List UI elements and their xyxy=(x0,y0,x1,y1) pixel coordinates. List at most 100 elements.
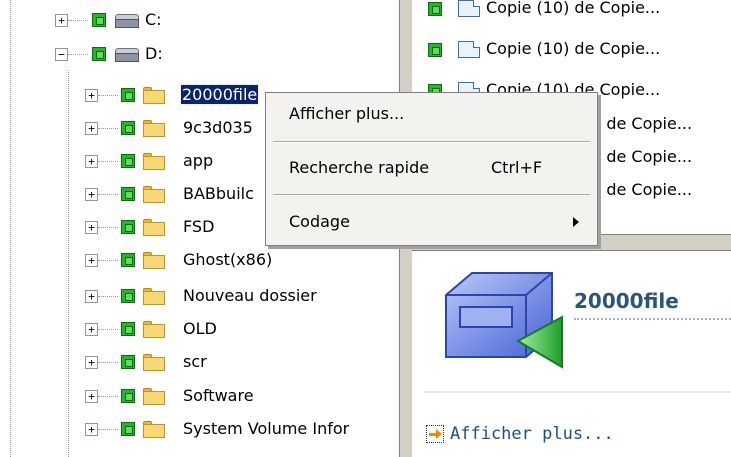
folder-icon xyxy=(143,288,165,305)
list-item-label: ) de Copie... xyxy=(595,114,693,133)
expand-icon[interactable]: + xyxy=(85,122,98,135)
menu-separator xyxy=(273,194,590,196)
list-item[interactable]: Copie (10) de Copie... xyxy=(412,0,731,23)
checkbox-icon[interactable] xyxy=(121,389,135,403)
checkbox-icon[interactable] xyxy=(121,422,135,436)
tree-item-label: OLD xyxy=(183,319,217,338)
tree-guide-line xyxy=(98,194,118,195)
checkbox-icon[interactable] xyxy=(92,47,106,61)
tree-item-folder[interactable]: + scr xyxy=(0,346,399,379)
list-item-label: Copie (10) de Copie... xyxy=(486,39,661,58)
tree-item-label: app xyxy=(183,151,214,170)
expand-icon[interactable]: + xyxy=(85,423,98,436)
menu-item-label: Afficher plus... xyxy=(289,104,405,123)
show-more-link[interactable]: Afficher plus... xyxy=(426,424,614,444)
menu-item-quick-search[interactable]: Recherche rapide Ctrl+F xyxy=(266,149,597,187)
tree-item-label: 9c3d035 xyxy=(183,118,253,137)
expand-icon[interactable]: + xyxy=(85,221,98,234)
tree-item-folder[interactable]: + Software xyxy=(0,380,399,413)
expand-icon[interactable]: + xyxy=(85,390,98,403)
tree-guide-line xyxy=(98,95,118,96)
folder-icon xyxy=(143,354,165,371)
menu-item-label: Recherche rapide xyxy=(289,158,430,177)
folder-icon xyxy=(143,186,165,203)
folder-icon xyxy=(143,153,165,170)
folder-icon xyxy=(143,120,165,137)
checkbox-icon[interactable] xyxy=(121,253,135,267)
folder-sync-icon xyxy=(445,272,563,369)
tree-guide-line xyxy=(98,362,118,363)
list-item[interactable]: Copie (10) de Copie... xyxy=(412,33,731,64)
submenu-arrow-icon xyxy=(573,217,579,227)
folder-icon xyxy=(143,252,165,269)
tree-guide-line xyxy=(98,161,118,162)
checkbox-icon[interactable] xyxy=(428,2,442,16)
tree-item-folder[interactable]: + Nouveau dossier xyxy=(0,280,399,313)
tree-item-label: Ghost(x86) xyxy=(183,250,273,269)
expand-icon[interactable]: + xyxy=(85,188,98,201)
tree-item-label: Software xyxy=(183,386,254,405)
expand-icon[interactable]: + xyxy=(85,155,98,168)
menu-item-show-more[interactable]: Afficher plus... xyxy=(266,95,597,133)
tree-item-folder[interactable]: + OLD xyxy=(0,313,399,346)
checkbox-icon[interactable] xyxy=(428,43,442,57)
expand-icon[interactable]: + xyxy=(85,89,98,102)
menu-item-shortcut: Ctrl+F xyxy=(491,158,543,177)
details-panel: 20000file Afficher plus... xyxy=(412,251,731,457)
checkbox-icon[interactable] xyxy=(121,121,135,135)
list-item-label: ) de Copie... xyxy=(595,147,693,166)
drive-icon xyxy=(115,14,139,28)
expand-icon[interactable]: + xyxy=(85,356,98,369)
tree-guide-line xyxy=(98,260,118,261)
folder-icon xyxy=(143,219,165,236)
menu-separator xyxy=(273,141,590,143)
checkbox-icon[interactable] xyxy=(121,355,135,369)
folder-icon xyxy=(143,321,165,338)
tree-guide-line xyxy=(68,54,88,55)
file-icon xyxy=(458,0,480,17)
tree-item-label: BABbuilc xyxy=(183,184,254,203)
checkbox-icon[interactable] xyxy=(121,289,135,303)
checkbox-icon[interactable] xyxy=(121,187,135,201)
tree-guide-line xyxy=(68,20,88,21)
tree-item-label: scr xyxy=(183,352,207,371)
expand-icon[interactable]: + xyxy=(85,254,98,267)
tree-item-drive-c[interactable]: + C: xyxy=(0,4,399,37)
tree-item-label: FSD xyxy=(183,217,215,236)
show-more-link-text: Afficher plus... xyxy=(450,424,614,444)
collapse-icon[interactable]: − xyxy=(55,48,68,61)
checkbox-icon[interactable] xyxy=(121,154,135,168)
tree-guide-line xyxy=(98,429,118,430)
divider xyxy=(424,391,731,393)
drive-icon xyxy=(115,48,139,62)
arrow-right-icon xyxy=(426,425,444,443)
tree-item-label: D: xyxy=(145,44,163,63)
folder-icon xyxy=(143,388,165,405)
file-icon xyxy=(458,41,480,58)
checkbox-icon[interactable] xyxy=(92,13,106,27)
tree-item-folder[interactable]: + System Volume Infor xyxy=(0,413,399,446)
tree-guide-line xyxy=(98,296,118,297)
tree-guide-line xyxy=(98,227,118,228)
tree-item-label: C: xyxy=(145,10,162,29)
tree-item-label: Nouveau dossier xyxy=(183,286,317,305)
tree-guide-line xyxy=(98,128,118,129)
menu-item-encoding[interactable]: Codage xyxy=(266,203,597,241)
expand-icon[interactable]: + xyxy=(85,323,98,336)
folder-icon xyxy=(143,421,165,438)
tree-guide-line xyxy=(98,396,118,397)
tree-guide-line xyxy=(98,329,118,330)
menu-item-label: Codage xyxy=(289,212,350,231)
list-item-label: Copie (10) de Copie... xyxy=(486,0,661,17)
tree-item-folder[interactable]: + Ghost(x86) xyxy=(0,244,399,277)
tree-item-drive-d[interactable]: − D: xyxy=(0,38,399,71)
context-menu: Afficher plus... Recherche rapide Ctrl+F… xyxy=(265,92,598,246)
checkbox-icon[interactable] xyxy=(121,88,135,102)
checkbox-icon[interactable] xyxy=(121,220,135,234)
list-item-label: ) de Copie... xyxy=(595,180,693,199)
expand-icon[interactable]: + xyxy=(55,14,68,27)
tree-item-label: 20000file xyxy=(179,84,260,105)
tree-item-label: System Volume Infor xyxy=(183,419,350,438)
expand-icon[interactable]: + xyxy=(85,290,98,303)
checkbox-icon[interactable] xyxy=(121,322,135,336)
